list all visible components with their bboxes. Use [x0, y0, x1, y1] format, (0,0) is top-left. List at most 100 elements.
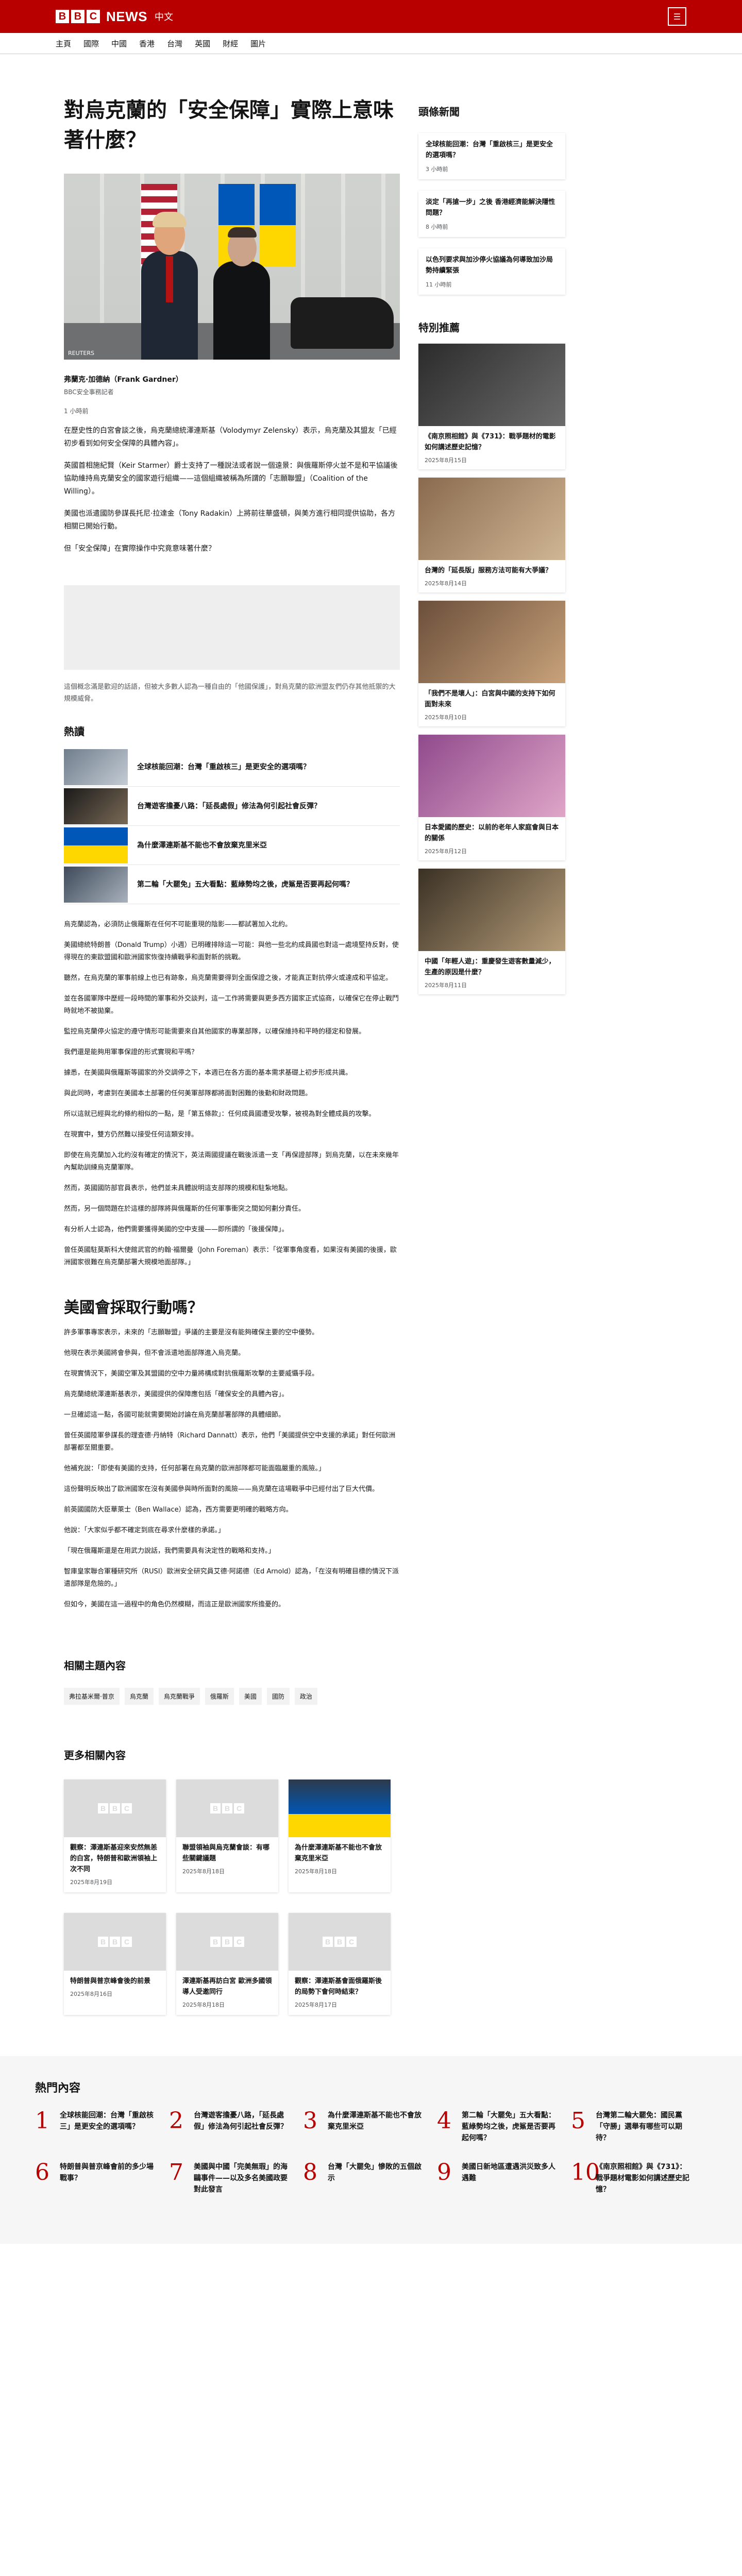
- popular-title: 台灣遊客擔憂八路，「延長處假」修法為何引起社會反彈？: [194, 2111, 288, 2131]
- more-card-date: 2025年8月18日: [182, 2002, 225, 2008]
- top-stories-heading: 頭條新聞: [418, 106, 460, 118]
- more-card[interactable]: BBC 觀察：澤連斯基迎來安然無恙的白宮，特朗普和歐洲領袖上次不同 2025年8…: [64, 1780, 166, 1892]
- popular-title: 美國與中國「完美無瑕」的海鷗事件——以及多名美國政要對此發言: [194, 2163, 288, 2194]
- menu-button[interactable]: ☰: [668, 7, 686, 26]
- paragraph: 一旦確認這一點，各國可能就需要開始討論在烏克蘭部署部隊的具體細節。: [64, 1411, 285, 1419]
- bbc-placeholder-image: BBC: [64, 1913, 166, 1971]
- more-card-title: 觀察：澤連斯基迎來安然無恙的白宮，特朗普和歐洲領袖上次不同: [70, 1844, 158, 1873]
- popular-item[interactable]: 3 為什麼澤連斯基不能也不會放棄克里米亞: [303, 2110, 437, 2144]
- popular-rank: 2: [169, 2108, 183, 2134]
- topic-tag[interactable]: 國防: [266, 1688, 290, 1705]
- hot-read-title: 第二輪「大罷免」五大看點：藍綠勢均之後，虎鯊是否要再起何嗎？: [137, 880, 353, 889]
- popular-item[interactable]: 7 美國與中國「完美無瑕」的海鷗事件——以及多名美國政要對此發言: [169, 2161, 303, 2195]
- featured-card[interactable]: 中國「年輕人遊」：重慶發生遊客數量減少，生產的原因是什麼？ 2025年8月11日: [418, 869, 565, 994]
- topic-tag[interactable]: 俄羅斯: [205, 1688, 234, 1705]
- nav-item-taiwan[interactable]: 台灣: [167, 38, 182, 49]
- popular-item[interactable]: 10 《南京照相館》與《731》：戰爭題材電影如何講述歷史記憶？: [571, 2161, 705, 2195]
- popular-item[interactable]: 8 台灣「大罷免」慘敗的五個啟示: [303, 2161, 437, 2195]
- popular-rank: 3: [303, 2108, 317, 2134]
- more-card[interactable]: BBC 澤連斯基再訪白宮 歐洲多國領導人受邀同行 2025年8月18日: [176, 1913, 278, 2015]
- more-card-title: 澤連斯基再訪白宮 歐洲多國領導人受邀同行: [182, 1977, 272, 1996]
- topic-tag[interactable]: 美國: [239, 1688, 262, 1705]
- nav-item-uk[interactable]: 英國: [195, 38, 210, 49]
- featured-date: 2025年8月14日: [425, 580, 467, 587]
- popular-item[interactable]: 1 全球核能回潮：台灣「重啟核三」是更安全的選項嗎？: [35, 2110, 169, 2144]
- image-caption: 這個概念滿是歡迎的話語，但被大多數人認為一種自由的「他國保護」，對烏克蘭的歐洲盟…: [64, 683, 396, 703]
- related-topics-heading: 相關主題內容: [64, 1659, 126, 1672]
- popular-item[interactable]: 4 第二輪「大罷免」五大看點：藍綠勢均之後，虎鯊是否要再起何嗎？: [437, 2110, 571, 2144]
- popular-rank: 7: [169, 2159, 183, 2185]
- nav-item-home[interactable]: 主頁: [56, 38, 71, 49]
- hot-read-item[interactable]: 全球核能回潮：台灣「重啟核三」是更安全的選項嗎？: [64, 748, 400, 787]
- image-placeholder: [64, 585, 400, 670]
- paragraph: 烏克蘭總統澤連斯基表示，美國提供的保障應包括「確保安全的具體內容」。: [64, 1391, 289, 1398]
- hot-read-item[interactable]: 第二輪「大罷免」五大看點：藍綠勢均之後，虎鯊是否要再起何嗎？: [64, 865, 400, 904]
- article-body-2: 許多軍事專家表示，未來的「志願聯盟」爭議的主要是沒有能夠確保主要的空中優勢。 他…: [64, 1327, 400, 1611]
- paragraph: 即使在烏克蘭加入北約沒有確定的情況下，英法兩國提議在戰後派遣一支「再保證部隊」到…: [64, 1151, 399, 1172]
- featured-title: 《南京照相館》與《731》：戰爭題材的電影如何講述歷史記憶？: [425, 433, 556, 451]
- featured-card[interactable]: 「我們不是壞人」：白宮與中國的支持下如何面對未來 2025年8月10日: [418, 601, 565, 726]
- featured-title: 台灣的「延長版」服務方法可能有大爭議？: [425, 567, 552, 574]
- more-card-date: 2025年8月18日: [182, 1868, 225, 1875]
- topic-tag[interactable]: 烏克蘭: [124, 1688, 154, 1705]
- hot-read-item[interactable]: 台灣遊客擔憂八路：「延長處假」修法為何引起社會反彈？: [64, 787, 400, 826]
- popular-item[interactable]: 2 台灣遊客擔憂八路，「延長處假」修法為何引起社會反彈？: [169, 2110, 303, 2144]
- popular-title: 為什麼澤連斯基不能也不會放棄克里米亞: [328, 2111, 421, 2131]
- paragraph: 美國總統特朗普（Donald Trump）小週）已明確排除這一可能：與他一些北約…: [64, 941, 399, 961]
- topic-tag[interactable]: 烏克蘭戰爭: [158, 1688, 200, 1705]
- article-title: 對烏克蘭的「安全保障」實際上意味著什麼？: [64, 98, 394, 152]
- top-story-card[interactable]: 淡定「再搶一步」之後 香港經濟能解決隱性問題？ 8 小時前: [418, 191, 565, 237]
- more-card[interactable]: BBC 聯盟領袖與烏克蘭會談：有哪些關鍵議題 2025年8月18日: [176, 1780, 278, 1892]
- menu-icon: ☰: [673, 11, 681, 22]
- popular-title: 第二輪「大罷免」五大看點：藍綠勢均之後，虎鯊是否要再起何嗎？: [462, 2111, 555, 2142]
- featured-card[interactable]: 《南京照相館》與《731》：戰爭題材的電影如何講述歷史記憶？ 2025年8月15…: [418, 344, 565, 469]
- popular-title: 台灣「大罷免」慘敗的五個啟示: [328, 2163, 421, 2182]
- hot-read-item[interactable]: 為什麼澤連斯基不能也不會放棄克里米亞: [64, 826, 400, 865]
- popular-title: 台灣第二輪大罷免：國民黨「守勝」選舉有哪些可以期待？: [596, 2111, 682, 2142]
- popular-title: 全球核能回潮：台灣「重啟核三」是更安全的選項嗎？: [60, 2111, 154, 2131]
- featured-heading: 特別推薦: [418, 321, 460, 334]
- logo-lang-text: 中文: [155, 12, 173, 23]
- more-card[interactable]: 為什麼澤連斯基不能也不會放棄克里米亞 2025年8月18日: [289, 1780, 391, 1892]
- paragraph: 這份聲明反映出了歐洲國家在沒有美國參與時所面對的風險——烏克蘭在這場戰爭中已經付…: [64, 1485, 379, 1493]
- nav-item-china[interactable]: 中國: [111, 38, 127, 49]
- featured-image: [418, 344, 565, 426]
- top-story-card[interactable]: 以色列要求與加沙停火協議為何導致加沙局勢持續緊張 11 小時前: [418, 248, 565, 295]
- paragraph: 我們還是能夠用軍事保證的形式實現和平嗎？: [64, 1048, 198, 1056]
- popular-rank: 5: [571, 2108, 585, 2134]
- nav-item-hongkong[interactable]: 香港: [139, 38, 155, 49]
- top-story-card[interactable]: 全球核能回潮：台灣「重啟核三」是更安全的選項嗎？ 3 小時前: [418, 133, 565, 179]
- nav-item-world[interactable]: 國際: [83, 38, 99, 49]
- nav-item-photos[interactable]: 圖片: [250, 38, 266, 49]
- paragraph: 烏克蘭認為，必須防止俄羅斯在任何不可能重現的陰影——都試著加入北約。: [64, 921, 292, 928]
- paragraph: 有分析人士認為，他們需要獲得美國的空中支援——即所謂的「後援保障」。: [64, 1226, 289, 1233]
- featured-title: 中國「年輕人遊」：重慶發生遊客數量減少，生產的原因是什麼？: [425, 958, 555, 976]
- popular-item[interactable]: 5 台灣第二輪大罷免：國民黨「守勝」選舉有哪些可以期待？: [571, 2110, 705, 2144]
- paragraph: 據悉，在美國與俄羅斯等國家的外交調停之下，本週已在各方面的基本需求基礎上初步形成…: [64, 1069, 352, 1077]
- paragraph: 但如今，美國在這一過程中的角色仍然模糊，而這正是歐洲國家所擔憂的。: [64, 1601, 285, 1608]
- article-body: 烏克蘭認為，必須防止俄羅斯在任何不可能重現的陰影——都試著加入北約。 美國總統特…: [64, 919, 400, 1269]
- hot-thumb: [64, 827, 128, 863]
- publish-time: 1 小時前: [64, 408, 89, 415]
- popular-item[interactable]: 6 特朗普與普京峰會前的多少場戰事？: [35, 2161, 169, 2195]
- popular-item[interactable]: 9 美國日新地區遭遇洪災致多人遇難: [437, 2161, 571, 2195]
- topic-tag[interactable]: 弗拉基米爾·普京: [64, 1688, 120, 1705]
- featured-card[interactable]: 台灣的「延長版」服務方法可能有大爭議？ 2025年8月14日: [418, 478, 565, 592]
- bbc-placeholder-image: BBC: [289, 1913, 391, 1971]
- topic-tag[interactable]: 政治: [294, 1688, 317, 1705]
- paragraph: 「現在俄羅斯還是在用武力說話，我們需要具有決定性的戰略和支持。」: [64, 1547, 275, 1555]
- paragraph: 所以這就已經與北約條約相似的一點，是「第五條款」：任何成員國遭受攻擊，被視為對全…: [64, 1110, 376, 1118]
- featured-image: [418, 478, 565, 560]
- popular-title: 特朗普與普京峰會前的多少場戰事？: [60, 2163, 154, 2182]
- nav-item-business[interactable]: 財經: [223, 38, 238, 49]
- hot-read-title: 全球核能回潮：台灣「重啟核三」是更安全的選項嗎？: [137, 762, 310, 771]
- hot-reads-heading: 熱讀: [64, 725, 85, 738]
- hot-reads-list: 全球核能回潮：台灣「重啟核三」是更安全的選項嗎？ 台灣遊客擔憂八路：「延長處假」…: [64, 748, 400, 904]
- bbc-logo[interactable]: B B C NEWS 中文: [56, 9, 173, 25]
- featured-image: [418, 601, 565, 683]
- more-card[interactable]: BBC 特朗普與普京峰會後的前景 2025年8月16日: [64, 1913, 166, 2015]
- paragraph: 並在各國軍隊中歷經一段時間的軍事和外交談判，這一工作將需要與更多西方國家正式協商…: [64, 995, 399, 1015]
- featured-card[interactable]: 日本愛國的歷史：以前的老年人家庭會與日本的關係 2025年8月12日: [418, 735, 565, 860]
- bbc-placeholder-image: BBC: [176, 1913, 278, 1971]
- more-card[interactable]: BBC 觀察：澤連斯基會面俄羅斯後的局勢下會何時結束？ 2025年8月17日: [289, 1913, 391, 2015]
